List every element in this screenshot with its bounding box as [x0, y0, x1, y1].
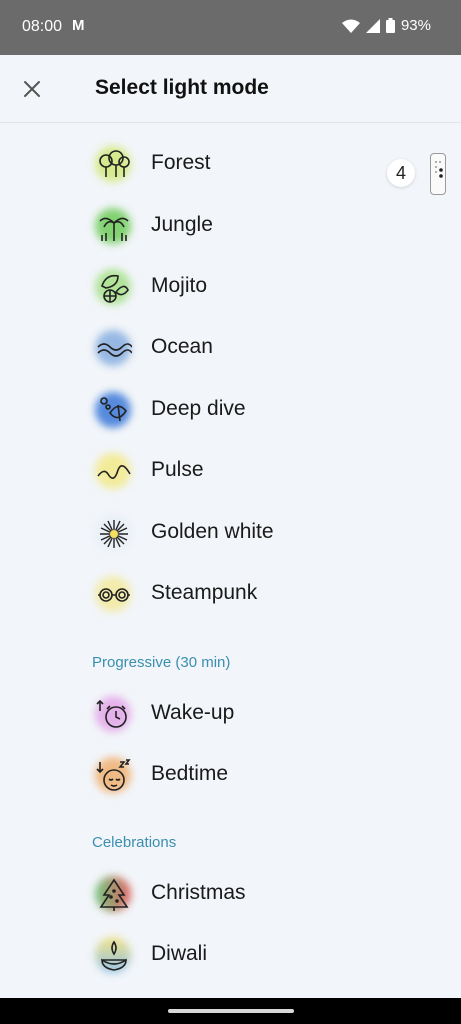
- mode-label: Bedtime: [151, 762, 229, 785]
- app-header: Select light mode: [0, 55, 461, 123]
- mode-label: Steampunk: [151, 581, 258, 604]
- status-time: 08:00: [22, 18, 63, 35]
- ocean-icon: [93, 328, 135, 368]
- mode-item-golden-white[interactable]: Golden white: [0, 505, 461, 561]
- page-title: Select light mode: [95, 76, 269, 99]
- mode-label: Jungle: [151, 213, 213, 236]
- mode-item-steampunk[interactable]: Steampunk: [0, 566, 461, 622]
- mode-item-pulse[interactable]: Pulse: [0, 443, 461, 499]
- battery-icon: [385, 18, 395, 33]
- mode-label: Mojito: [151, 274, 208, 297]
- mode-item-mojito[interactable]: Mojito: [0, 259, 461, 315]
- close-icon: [24, 81, 40, 97]
- mode-label: Forest: [151, 151, 211, 174]
- mode-item-wake-up[interactable]: Wake-up: [0, 686, 461, 742]
- mode-label: Deep dive: [151, 397, 246, 420]
- pulse-icon: [93, 451, 135, 491]
- status-bar: 08:00 M 93%: [0, 0, 461, 55]
- mode-item-deep-dive[interactable]: Deep dive: [0, 382, 461, 438]
- mode-item-ocean[interactable]: Ocean: [0, 320, 461, 376]
- mode-label: Christmas: [151, 881, 246, 904]
- diwali-icon: [93, 935, 135, 975]
- mode-list[interactable]: Forest 4 Jungle Mojito Ocean Deep dive P…: [0, 124, 461, 998]
- close-button[interactable]: [18, 75, 46, 103]
- section-header-celebrations: Celebrations: [92, 834, 177, 851]
- navigation-bar: [0, 998, 461, 1024]
- mode-label: Pulse: [151, 458, 204, 481]
- home-gesture-handle[interactable]: [168, 1009, 294, 1013]
- christmas-icon: [93, 874, 135, 914]
- wifi-icon: [341, 19, 360, 33]
- mode-item-jungle[interactable]: Jungle: [0, 198, 461, 254]
- battery-percent: 93%: [400, 17, 431, 34]
- mode-item-bedtime[interactable]: Bedtime: [0, 747, 461, 803]
- wake-up-icon: [93, 694, 135, 734]
- signal-icon: [365, 18, 380, 33]
- golden-white-icon: [93, 513, 135, 553]
- jungle-icon: [93, 206, 135, 246]
- steampunk-icon: [93, 574, 135, 614]
- mode-label: Wake-up: [151, 701, 235, 724]
- status-indicators: 93%: [341, 17, 431, 34]
- deep-dive-icon: [93, 390, 135, 430]
- mode-label: Ocean: [151, 335, 213, 358]
- mode-label: Golden white: [151, 520, 274, 543]
- mode-label: Diwali: [151, 942, 208, 965]
- mode-item-christmas[interactable]: Christmas: [0, 866, 461, 922]
- mode-item-forest[interactable]: Forest 4: [0, 136, 461, 195]
- carrier-icon: M: [72, 17, 85, 34]
- mojito-icon: [93, 267, 135, 307]
- mode-item-diwali[interactable]: Diwali: [0, 927, 461, 983]
- forest-icon: [93, 144, 135, 184]
- bedtime-icon: [93, 755, 135, 795]
- remote-control-icon[interactable]: [430, 153, 446, 195]
- section-header-progressive: Progressive (30 min): [92, 654, 231, 671]
- forest-count-badge: 4: [387, 159, 415, 187]
